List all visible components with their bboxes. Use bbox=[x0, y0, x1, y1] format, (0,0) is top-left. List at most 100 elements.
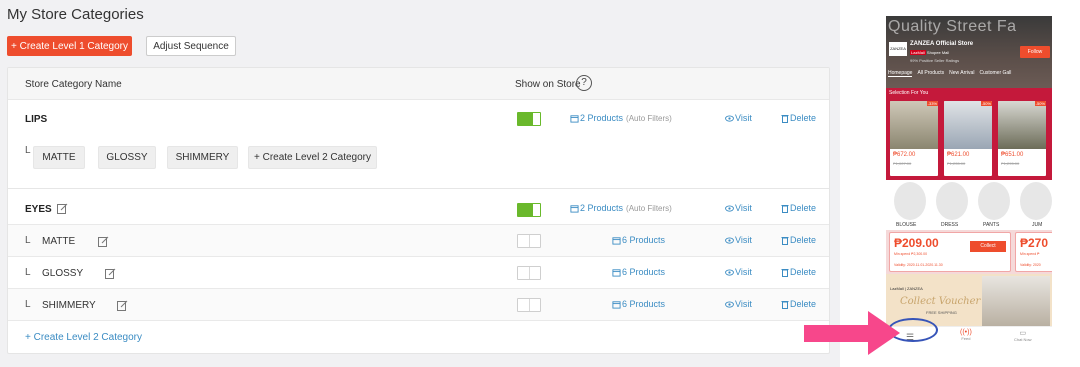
show-on-store-toggle[interactable] bbox=[517, 203, 541, 217]
visit-label: Visit bbox=[735, 267, 752, 277]
visit-link[interactable]: Visit bbox=[725, 299, 752, 309]
table-header: Store Category Name Show on Store ? bbox=[8, 68, 829, 100]
show-on-store-toggle[interactable] bbox=[517, 298, 541, 312]
visit-link[interactable]: Visit bbox=[725, 267, 752, 277]
product-card[interactable]: -50% ₱651.00 ₱1,295.00 bbox=[998, 101, 1046, 176]
edit-icon[interactable] bbox=[57, 203, 68, 214]
voucher-validity: Validity: 2020 bbox=[1020, 263, 1041, 267]
subcategory-elbow-icon: L bbox=[25, 235, 31, 246]
category-blouse-image[interactable] bbox=[894, 182, 926, 220]
tab-all-products[interactable]: All Products bbox=[917, 70, 944, 76]
visit-label: Visit bbox=[735, 235, 752, 245]
help-icon[interactable]: ? bbox=[576, 75, 592, 91]
products-link[interactable]: 6 Products bbox=[612, 235, 665, 245]
adjust-sequence-button[interactable]: Adjust Sequence bbox=[146, 36, 236, 56]
show-on-store-toggle[interactable] bbox=[517, 112, 541, 126]
nav-feed[interactable]: ((•)) Feed bbox=[960, 329, 972, 341]
tab-homepage[interactable]: Homepage bbox=[888, 70, 913, 77]
calendar-icon bbox=[570, 205, 579, 213]
create-level2-category-chip[interactable]: + Create Level 2 Category bbox=[248, 146, 377, 169]
lazmall-badge: LazMall bbox=[910, 50, 926, 55]
visit-link[interactable]: Visit bbox=[725, 235, 752, 245]
category-label: BLOUSE bbox=[896, 222, 917, 228]
edit-icon[interactable] bbox=[105, 268, 116, 279]
chat-icon: ▭ bbox=[1019, 330, 1027, 337]
category-jumpsuit-image[interactable] bbox=[1020, 182, 1052, 220]
original-price: ₱1,007.00 bbox=[893, 161, 912, 166]
calendar-icon bbox=[612, 237, 621, 245]
create-level1-category-button[interactable]: + Create Level 1 Category bbox=[7, 36, 132, 56]
show-on-store-toggle[interactable] bbox=[517, 234, 541, 248]
delete-label: Delete bbox=[790, 203, 817, 213]
show-on-store-toggle[interactable] bbox=[517, 266, 541, 280]
delete-link[interactable]: Delete bbox=[781, 267, 817, 278]
nav-label: Feed bbox=[961, 336, 971, 341]
calendar-icon bbox=[570, 115, 579, 123]
delete-label: Delete bbox=[790, 267, 817, 277]
tab-customer-gallery[interactable]: Customer Gall bbox=[979, 70, 1011, 76]
delete-link[interactable]: Delete bbox=[781, 203, 817, 214]
products-link[interactable]: 2 Products (Auto Filters) bbox=[570, 203, 672, 213]
column-header-name: Store Category Name bbox=[25, 79, 122, 90]
delete-label: Delete bbox=[790, 235, 817, 245]
pointer-arrow-head bbox=[868, 311, 900, 355]
nav-chat[interactable]: ▭ Chat Now bbox=[1014, 329, 1032, 342]
delete-link[interactable]: Delete bbox=[781, 299, 817, 310]
page-title: My Store Categories bbox=[7, 6, 144, 23]
trash-icon bbox=[781, 205, 789, 214]
category-label: JUM bbox=[1032, 222, 1043, 228]
subcategory-row-matte: L MATTE 6 Products Visit Delete bbox=[8, 224, 829, 256]
subcategory-elbow-icon: L bbox=[25, 145, 31, 156]
banner-model-image bbox=[982, 276, 1050, 326]
tab-new-arrival[interactable]: New Arrival bbox=[949, 70, 974, 76]
edit-icon[interactable] bbox=[117, 300, 128, 311]
delete-link[interactable]: Delete bbox=[781, 113, 816, 124]
discount-badge: -50% bbox=[1034, 101, 1046, 106]
mobile-store-preview: Quality Street Fa ZANZEA ZANZEA Official… bbox=[886, 16, 1052, 348]
visit-link[interactable]: Visit bbox=[725, 203, 752, 213]
products-link[interactable]: 2 Products (Auto Filters) bbox=[570, 113, 672, 123]
category-label: DRESS bbox=[941, 222, 959, 228]
category-pants-image[interactable] bbox=[978, 182, 1010, 220]
delete-link[interactable]: Delete bbox=[781, 235, 817, 246]
product-price: ₱672.00 bbox=[893, 152, 916, 158]
product-card[interactable]: -33% ₱672.00 ₱1,007.00 bbox=[890, 101, 938, 176]
follow-button[interactable]: Follow bbox=[1020, 46, 1050, 58]
mall-text: Shopee Mall bbox=[926, 50, 950, 55]
visit-label: Visit bbox=[735, 203, 752, 213]
calendar-icon bbox=[612, 301, 621, 309]
subcategory-row-glossy: L GLOSSY 6 Products Visit Delete bbox=[8, 256, 829, 288]
level2-chip-glossy[interactable]: GLOSSY bbox=[98, 146, 156, 169]
store-logo: ZANZEA bbox=[889, 42, 907, 56]
level2-chip-shimmery[interactable]: SHIMMERY bbox=[167, 146, 238, 169]
voucher-min-spend: Min.spend ₱2,300.00 bbox=[894, 252, 928, 256]
products-count: 2 Products bbox=[580, 203, 624, 213]
eye-icon bbox=[725, 205, 734, 212]
trash-icon bbox=[781, 115, 789, 124]
category-row-eyes: EYES 2 Products (Auto Filters) Visit Dele… bbox=[8, 191, 829, 353]
voucher-min-spend: Min.spend ₱ bbox=[1020, 252, 1040, 256]
voucher-amount: ₱209.00 bbox=[894, 236, 939, 250]
products-link[interactable]: 6 Products bbox=[612, 299, 665, 309]
collect-voucher-button[interactable]: Collect bbox=[970, 241, 1006, 252]
edit-icon[interactable] bbox=[98, 236, 109, 247]
product-card[interactable]: -50% ₱621.00 ₱1,235.00 bbox=[944, 101, 992, 176]
visit-link[interactable]: Visit bbox=[725, 113, 752, 123]
subcategory-name: MATTE bbox=[42, 236, 76, 247]
create-level2-category-link[interactable]: + Create Level 2 Category bbox=[25, 332, 142, 343]
voucher-amount: ₱270 bbox=[1020, 236, 1049, 250]
visit-label: Visit bbox=[735, 113, 752, 123]
category-dress-image[interactable] bbox=[936, 182, 968, 220]
discount-badge: -50% bbox=[980, 101, 992, 106]
products-link[interactable]: 6 Products bbox=[612, 267, 665, 277]
product-image bbox=[890, 101, 938, 149]
delete-label: Delete bbox=[790, 299, 817, 309]
level2-chip-matte[interactable]: MATTE bbox=[33, 146, 85, 169]
auto-filters-label: (Auto Filters) bbox=[626, 114, 672, 123]
trash-icon bbox=[781, 301, 789, 310]
products-count: 6 Products bbox=[622, 267, 666, 277]
subcategory-elbow-icon: L bbox=[25, 299, 31, 310]
product-price: ₱651.00 bbox=[1001, 152, 1024, 158]
product-price: ₱621.00 bbox=[947, 152, 970, 158]
seller-rating: 99% Positive Seller Ratings bbox=[910, 58, 960, 63]
